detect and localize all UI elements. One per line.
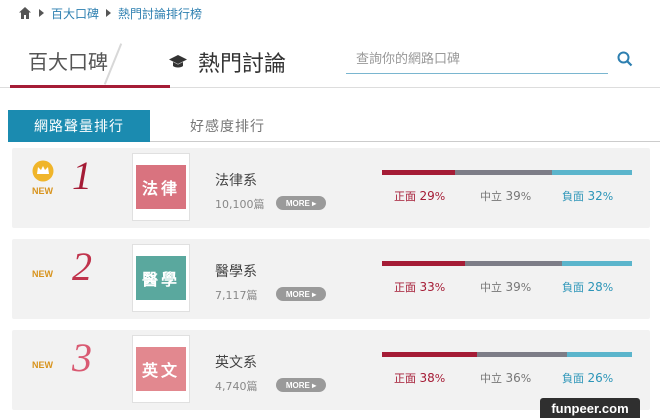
- more-button[interactable]: MORE ▸: [276, 287, 326, 301]
- positive-stat: 正面 29%: [394, 189, 446, 203]
- positive-stat: 正面 38%: [394, 371, 446, 385]
- department-name[interactable]: 醫學系: [215, 261, 257, 281]
- ranking-card-2[interactable]: NEW 2 醫學 醫學系 7,117篇 MORE ▸ 正面 33% 中立 39%…: [12, 239, 650, 319]
- new-badge: NEW: [32, 360, 53, 370]
- negative-value: 28: [587, 280, 603, 294]
- negative-stat: 負面 32%: [562, 189, 614, 203]
- positive-value: 29: [419, 189, 435, 203]
- negative-value: 26: [587, 371, 603, 385]
- more-label: MORE: [285, 289, 310, 299]
- negative-label: 負面: [562, 190, 584, 203]
- tab-koubei[interactable]: 百大口碑: [10, 36, 170, 88]
- department-thumbnail[interactable]: 醫學: [132, 244, 190, 312]
- neutral-label: 中立: [480, 281, 502, 294]
- sentiment-bar-neutral: [464, 261, 562, 266]
- rank-number: 1: [72, 153, 92, 198]
- positive-label: 正面: [394, 190, 416, 203]
- post-count: 4,740篇: [215, 380, 258, 393]
- sentiment-bar-positive: [382, 170, 455, 175]
- negative-stat: 負面 28%: [562, 280, 614, 294]
- tab-hot-discussion[interactable]: 熱門討論: [168, 36, 286, 88]
- sentiment-bar: [382, 170, 632, 175]
- graduation-cap-icon: [169, 55, 187, 68]
- sentiment-bar: [382, 352, 632, 357]
- new-badge: NEW: [32, 269, 53, 279]
- sentiment-bar-negative: [567, 352, 632, 357]
- more-button[interactable]: MORE ▸: [276, 378, 326, 392]
- breadcrumb-separator-icon: [39, 9, 44, 17]
- sentiment-bar-positive: [382, 261, 465, 266]
- breadcrumb-item-koubei[interactable]: 百大口碑: [51, 5, 99, 22]
- negative-stat: 負面 26%: [562, 371, 614, 385]
- rank-number: 3: [72, 335, 92, 380]
- sentiment-bar-neutral: [477, 352, 567, 357]
- search-icon[interactable]: [616, 50, 634, 68]
- post-count: 7,117篇: [215, 289, 258, 302]
- more-label: MORE: [285, 198, 310, 208]
- search-input[interactable]: [346, 46, 576, 72]
- tab-volume-ranking[interactable]: 網路聲量排行: [8, 110, 150, 142]
- department-tile: 醫學: [136, 256, 186, 300]
- watermark: funpeer.com: [540, 398, 640, 418]
- department-name[interactable]: 英文系: [215, 352, 257, 372]
- department-tile: 英文: [136, 347, 186, 391]
- neutral-value: 39: [505, 280, 521, 294]
- tab-favorability-ranking[interactable]: 好感度排行: [190, 110, 265, 142]
- neutral-value: 39: [505, 189, 521, 203]
- sentiment-bar-positive: [382, 352, 477, 357]
- neutral-stat: 中立 39%: [480, 280, 532, 294]
- department-thumbnail[interactable]: 英文: [132, 335, 190, 403]
- search-box: [346, 46, 608, 74]
- breadcrumb-separator-icon: [106, 9, 112, 17]
- breadcrumb: 百大口碑 熱門討論排行榜: [18, 4, 202, 22]
- positive-value: 33: [419, 280, 435, 294]
- positive-label: 正面: [394, 281, 416, 294]
- neutral-stat: 中立 39%: [480, 189, 532, 203]
- ranking-card-1[interactable]: NEW 1 法律 法律系 10,100篇 MORE ▸ 正面 29% 中立 39…: [12, 148, 650, 228]
- new-badge: NEW: [32, 186, 53, 196]
- rank-number: 2: [72, 244, 92, 289]
- department-tile: 法律: [136, 165, 186, 209]
- positive-label: 正面: [394, 372, 416, 385]
- negative-label: 負面: [562, 372, 584, 385]
- rank-tabs: 網路聲量排行 好感度排行: [8, 110, 660, 142]
- neutral-label: 中立: [480, 372, 502, 385]
- negative-value: 32: [587, 189, 603, 203]
- breadcrumb-item-ranking[interactable]: 熱門討論排行榜: [118, 5, 202, 22]
- more-button[interactable]: MORE ▸: [276, 196, 326, 210]
- neutral-label: 中立: [480, 190, 502, 203]
- sentiment-bar-negative: [562, 261, 632, 266]
- more-label: MORE: [285, 380, 310, 390]
- negative-label: 負面: [562, 281, 584, 294]
- crown-icon: [32, 160, 54, 182]
- sentiment-bar: [382, 261, 632, 266]
- department-name[interactable]: 法律系: [215, 170, 257, 190]
- positive-stat: 正面 33%: [394, 280, 446, 294]
- neutral-value: 36: [505, 371, 521, 385]
- positive-value: 38: [419, 371, 435, 385]
- neutral-stat: 中立 36%: [480, 371, 532, 385]
- header-tabs: 百大口碑 熱門討論: [0, 36, 660, 88]
- post-count: 10,100篇: [215, 198, 265, 211]
- sentiment-bar-neutral: [454, 170, 552, 175]
- department-thumbnail[interactable]: 法律: [132, 153, 190, 221]
- home-icon[interactable]: [18, 6, 32, 20]
- tab-hot-label: 熱門討論: [198, 52, 287, 77]
- sentiment-bar-negative: [552, 170, 632, 175]
